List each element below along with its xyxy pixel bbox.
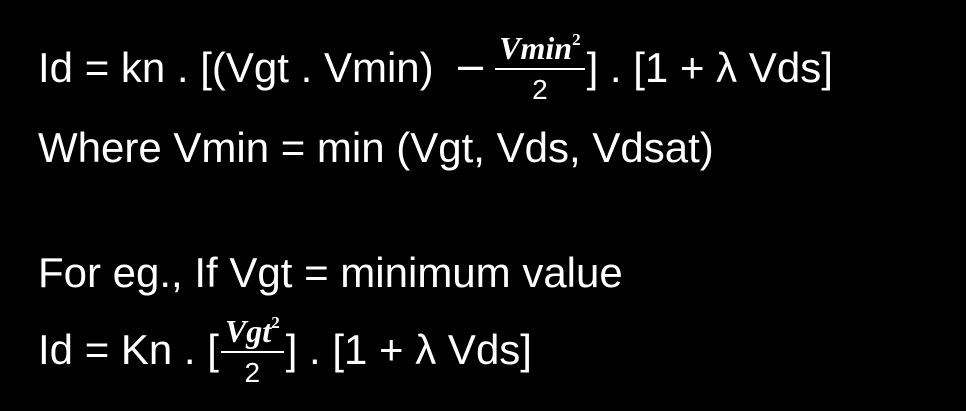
fraction-vmin-squared-over-two: Vmin2 2: [495, 31, 585, 105]
equation-lhs: Id = Kn . [: [38, 326, 219, 373]
fraction-denominator: 2: [244, 356, 261, 388]
fraction-denominator: 2: [532, 74, 548, 105]
numerator-variable: Vgt: [224, 312, 272, 349]
equation-drain-current: Id = kn . [(Vgt . Vmin) − Vmin2 2 ] . [1…: [38, 20, 833, 115]
example-condition: For eg., If Vgt = minimum value: [38, 249, 623, 296]
equation-rhs: ] . [1 + λ Vds]: [586, 43, 833, 91]
equation-lhs: Id = kn . [(Vgt . Vmin): [38, 43, 434, 91]
numerator-variable: Vmin: [499, 30, 573, 66]
fraction-numerator: Vgt2: [221, 314, 284, 351]
fraction-vgt-squared-over-two: Vgt2 2: [220, 314, 284, 388]
numerator-exponent: 2: [271, 312, 280, 332]
equation-rhs: ] . [1 + λ Vds]: [285, 326, 532, 373]
equation-example: Id = Kn . [ Vgt2 2 ] . [1 + λ Vds]: [38, 305, 532, 395]
numerator-exponent: 2: [572, 30, 581, 49]
minus-sign: −: [453, 44, 488, 91]
vmin-definition: Where Vmin = min (Vgt, Vds, Vdsat): [38, 124, 714, 171]
fraction-numerator: Vmin2: [495, 31, 584, 68]
